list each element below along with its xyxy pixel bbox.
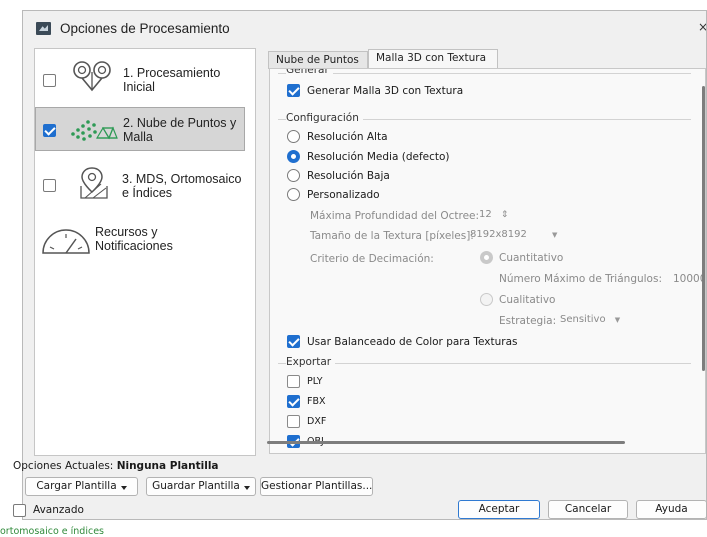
radio-res-medium[interactable] [287, 150, 300, 163]
advanced-checkbox[interactable] [13, 504, 26, 517]
spin-arrows-icon: ⇕ [500, 210, 509, 220]
resources-gauge-icon [42, 229, 90, 254]
exportar-group-frame [278, 363, 691, 364]
radio-custom[interactable] [287, 188, 300, 201]
texture-size-label: Tamaño de la Textura [píxeles]: [310, 230, 474, 242]
nav-checkbox-point-cloud-mesh[interactable] [43, 124, 56, 137]
accept-button[interactable]: Aceptar [458, 500, 540, 519]
octree-depth-spinbox[interactable]: 12 ⇕ [476, 208, 511, 223]
nav-item-point-cloud-mesh[interactable]: 2. Nube de Puntos y Malla [35, 107, 245, 151]
save-template-button[interactable]: Guardar Plantilla [146, 477, 256, 496]
current-options-label: Opciones Actuales: [13, 460, 114, 472]
export-fbx-checkbox[interactable] [287, 395, 300, 408]
app-icon [36, 22, 51, 35]
tab-content-panel: Generar Generar Malla 3D con Textura Con… [269, 68, 706, 454]
generate-mesh-label: Generar Malla 3D con Textura [307, 85, 464, 97]
advanced-label: Avanzado [33, 504, 84, 516]
strategy-value: Sensitivo [560, 314, 606, 325]
texture-size-combo[interactable]: 8192x8192 ▼ [467, 228, 577, 243]
vertical-scrollbar[interactable] [702, 86, 705, 371]
color-balance-checkbox[interactable] [287, 335, 300, 348]
radio-qualitative[interactable] [480, 293, 493, 306]
res-low-label: Resolución Baja [307, 170, 390, 182]
generar-group-frame [278, 73, 691, 74]
radio-res-low[interactable] [287, 169, 300, 182]
quantitative-label: Cuantitativo [499, 252, 564, 264]
decimation-label: Criterio de Decimación: [310, 253, 434, 265]
horizontal-scrollbar[interactable] [267, 441, 625, 444]
radio-res-high[interactable] [287, 130, 300, 143]
current-options-value: Ninguna Plantilla [116, 460, 219, 472]
nav-item-resources-notifications[interactable]: Recursos y Notificaciones [35, 217, 255, 261]
title-bar: Opciones de Procesamiento × [23, 11, 706, 47]
help-button[interactable]: Ayuda [636, 500, 707, 519]
load-template-button[interactable]: Cargar Plantilla [25, 477, 138, 496]
load-template-label: Cargar Plantilla [36, 480, 117, 492]
export-dxf-label: DXF [307, 416, 327, 427]
nav-label-dsm-orthomosaic: 3. MDS, Ortomosaico e Índices [122, 172, 242, 200]
custom-label: Personalizado [307, 189, 380, 201]
res-medium-label: Resolución Media (defecto) [307, 151, 450, 163]
current-options: Opciones Actuales: Ninguna Plantilla [13, 460, 219, 472]
strategy-label: Estrategia: [499, 315, 557, 327]
keypoints-icon [73, 61, 111, 92]
octree-depth-value: 12 [479, 209, 492, 220]
window-title: Opciones de Procesamiento [60, 21, 230, 36]
nav-item-dsm-orthomosaic[interactable]: 3. MDS, Ortomosaico e Índices [35, 162, 255, 206]
options-nav-panel: 1. Procesamiento Inicial 2. Nube de Punt… [34, 48, 256, 456]
generar-group-title: Generar [286, 69, 333, 76]
color-balance-label: Usar Balanceado de Color para Texturas [307, 336, 518, 348]
nav-checkbox-initial-processing[interactable] [43, 74, 56, 87]
nav-checkbox-dsm-orthomosaic[interactable] [43, 179, 56, 192]
tab-textured-mesh[interactable]: Malla 3D con Textura [368, 49, 498, 69]
nav-label-initial-processing: 1. Procesamiento Inicial [123, 66, 221, 94]
nav-label-resources-notifications: Recursos y Notificaciones [95, 225, 173, 253]
max-triangles-label: Número Máximo de Triángulos: [499, 273, 662, 285]
strategy-combo[interactable]: Sensitivo ▼ [557, 313, 629, 328]
chevron-down-icon: ▼ [614, 316, 621, 324]
radio-quantitative[interactable] [480, 251, 493, 264]
octree-depth-label: Máxima Profundidad del Octree: [310, 210, 480, 222]
tab-point-cloud[interactable]: Nube de Puntos [268, 51, 368, 69]
background-status-text: ortomosaico e índices [0, 526, 104, 537]
qualitative-label: Cualitativo [499, 294, 556, 306]
texture-size-value: 8192x8192 [470, 229, 527, 240]
chevron-down-icon: ▼ [552, 231, 558, 239]
point-cloud-mesh-icon [71, 120, 118, 141]
dropdown-arrow-icon [243, 486, 250, 490]
export-ply-checkbox[interactable] [287, 375, 300, 388]
exportar-group-title: Exportar [286, 356, 336, 368]
nav-item-initial-processing[interactable]: 1. Procesamiento Inicial [35, 57, 255, 101]
cancel-button[interactable]: Cancelar [548, 500, 628, 519]
res-high-label: Resolución Alta [307, 131, 388, 143]
save-template-label: Guardar Plantilla [152, 480, 240, 492]
generate-mesh-checkbox[interactable] [287, 84, 300, 97]
close-icon[interactable]: × [698, 20, 706, 34]
config-group-title: Configuración [286, 112, 363, 124]
dsm-orthomosaic-icon [80, 167, 108, 199]
export-fbx-label: FBX [307, 396, 326, 407]
dropdown-arrow-icon [120, 486, 127, 490]
manage-templates-button[interactable]: Gestionar Plantillas... [260, 477, 373, 496]
nav-label-point-cloud-mesh: 2. Nube de Puntos y Malla [123, 116, 237, 144]
export-dxf-checkbox[interactable] [287, 415, 300, 428]
export-ply-label: PLY [307, 376, 323, 387]
